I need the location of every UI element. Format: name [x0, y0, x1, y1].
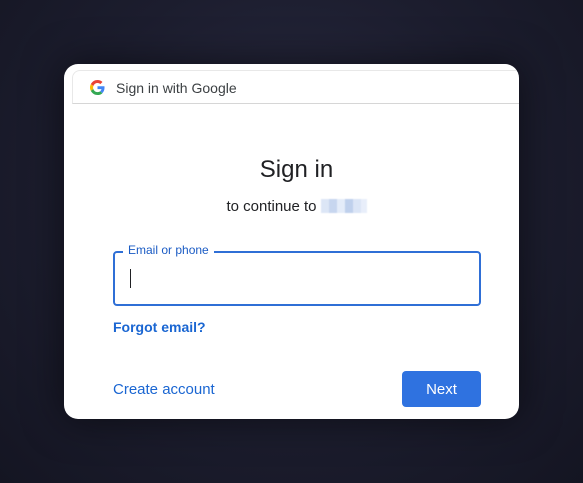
- sign-in-dialog: Sign in with Google Sign in to continue …: [64, 64, 519, 419]
- dialog-titlebar: Sign in with Google: [72, 70, 519, 104]
- subtitle: to continue to: [64, 198, 519, 215]
- create-account-link[interactable]: Create account: [113, 381, 215, 398]
- google-g-icon: [90, 80, 105, 95]
- forgot-email-link[interactable]: Forgot email?: [113, 319, 206, 335]
- page-title: Sign in: [259, 156, 334, 183]
- next-button[interactable]: Next: [402, 371, 481, 407]
- redacted-app-name: [320, 199, 367, 213]
- email-field[interactable]: [127, 261, 467, 295]
- text-caret: [130, 269, 131, 288]
- email-field-label: Email or phone: [123, 243, 214, 257]
- email-field-container[interactable]: Email or phone: [113, 243, 481, 306]
- subtitle-text: to continue to: [226, 198, 317, 215]
- dialog-title: Sign in with Google: [116, 80, 237, 96]
